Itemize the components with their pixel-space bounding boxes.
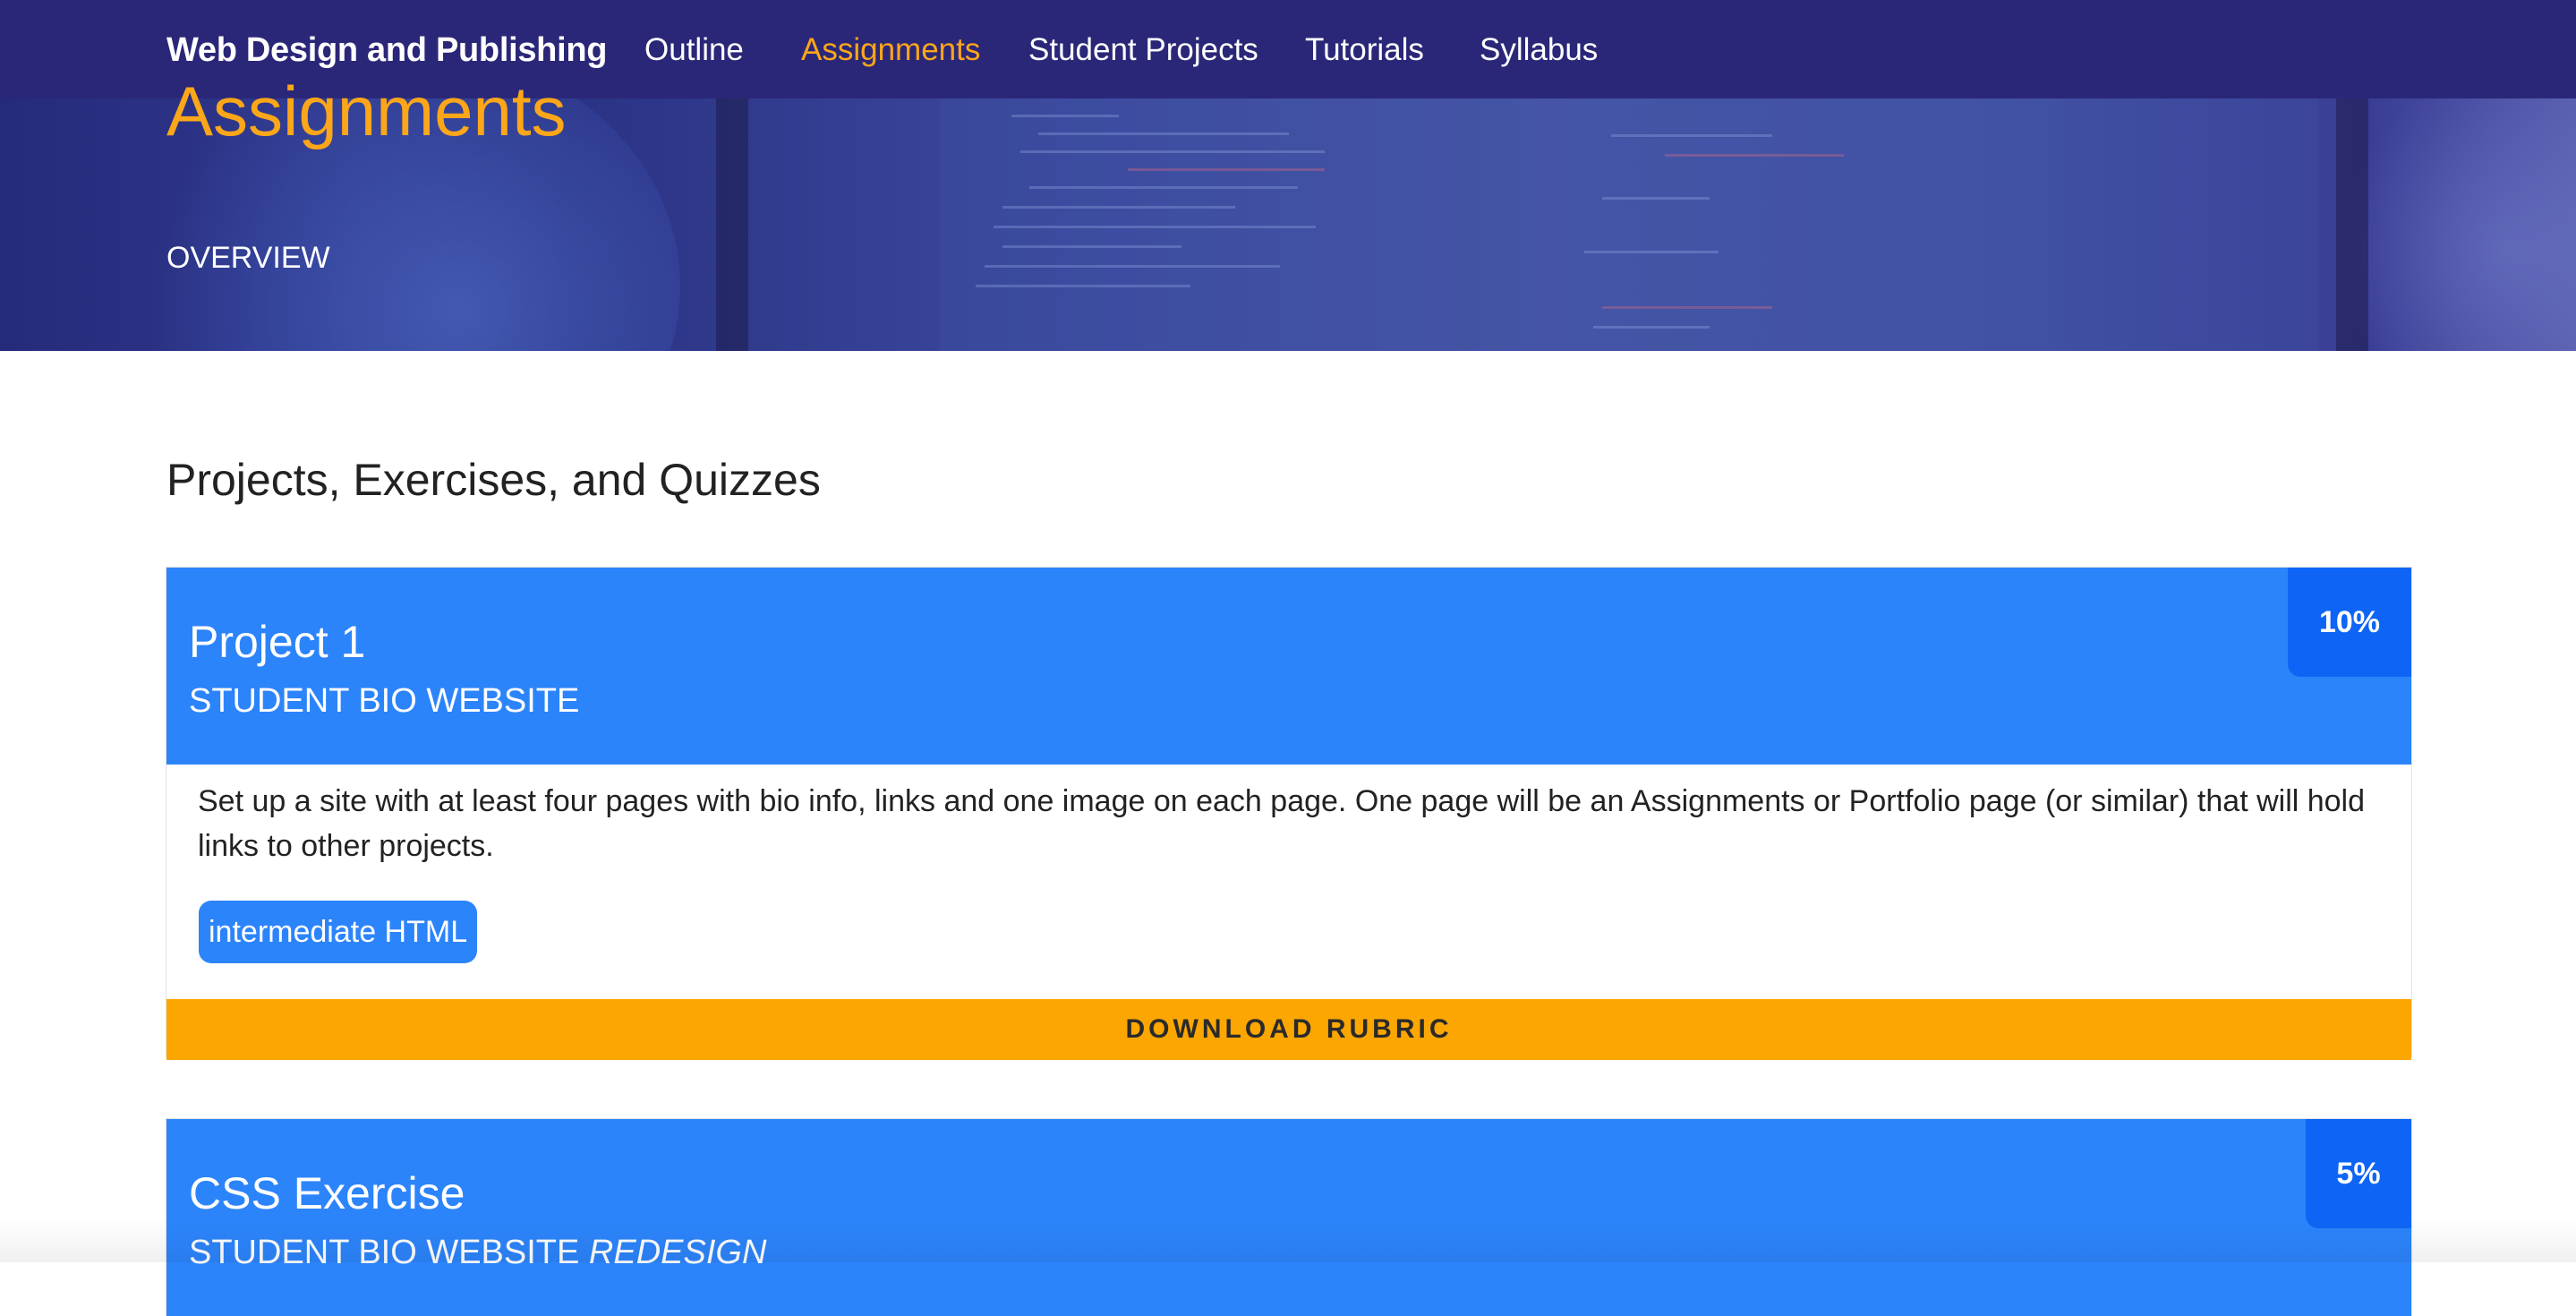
hero-background-bezel	[716, 98, 748, 351]
assignment-card: Project 1 STUDENT BIO WEBSITE 10% Set up…	[166, 568, 2411, 1060]
card-subtitle-emphasis: REDESIGN	[588, 1234, 767, 1271]
card-header: Project 1 STUDENT BIO WEBSITE 10%	[166, 568, 2411, 765]
card-title: Project 1	[189, 617, 366, 667]
nav-item-assignments[interactable]: Assignments	[801, 27, 980, 73]
card-description: Set up a site with at least four pages w…	[198, 784, 2366, 863]
hero-code-line	[1602, 306, 1772, 309]
card-header: CSS Exercise STUDENT BIO WEBSITE REDESIG…	[166, 1119, 2411, 1316]
hero-code-line	[994, 226, 1316, 228]
site-brand-link[interactable]: Web Design and Publishing	[166, 27, 607, 73]
hero-code-line	[1128, 168, 1325, 171]
nav-item-student-projects[interactable]: Student Projects	[1028, 27, 1258, 73]
card-subtitle: STUDENT BIO WEBSITE	[189, 682, 580, 720]
page-title: Assignments	[166, 72, 567, 150]
hero-code-line	[976, 285, 1190, 287]
hero-code-line	[1011, 115, 1119, 117]
grade-weight-badge: 10%	[2288, 568, 2411, 677]
hero-code-line	[1002, 206, 1235, 209]
hero-code-line	[1593, 326, 1710, 329]
download-rubric-button[interactable]: DOWNLOAD RUBRIC	[166, 999, 2411, 1060]
nav-item-syllabus[interactable]: Syllabus	[1480, 27, 1598, 73]
card-title: CSS Exercise	[189, 1168, 465, 1218]
assignment-card: CSS Exercise STUDENT BIO WEBSITE REDESIG…	[166, 1119, 2411, 1316]
section-heading: Projects, Exercises, and Quizzes	[166, 455, 821, 505]
hero-code-line	[985, 265, 1280, 268]
grade-weight-badge: 5%	[2306, 1119, 2411, 1228]
hero-code-line	[1020, 150, 1325, 153]
hero-code-line	[1611, 134, 1772, 137]
card-subtitle-text: STUDENT BIO WEBSITE	[189, 1234, 589, 1271]
skill-tag: intermediate HTML	[199, 901, 478, 963]
card-subtitle: STUDENT BIO WEBSITE REDESIGN	[189, 1230, 766, 1275]
nav-item-tutorials[interactable]: Tutorials	[1305, 27, 1424, 73]
hero-code-line	[1665, 154, 1844, 157]
hero-code-line	[1038, 132, 1289, 135]
hero-code-line	[1584, 251, 1719, 253]
hero-background-glow	[2345, 98, 2576, 351]
hero-background-bezel	[2336, 98, 2368, 351]
hero-code-line	[1002, 245, 1181, 248]
hero-code-line	[1029, 186, 1298, 189]
nav-item-outline[interactable]: Outline	[644, 27, 744, 73]
page-subtitle: OVERVIEW	[166, 241, 330, 275]
hero-code-line	[1602, 197, 1710, 200]
